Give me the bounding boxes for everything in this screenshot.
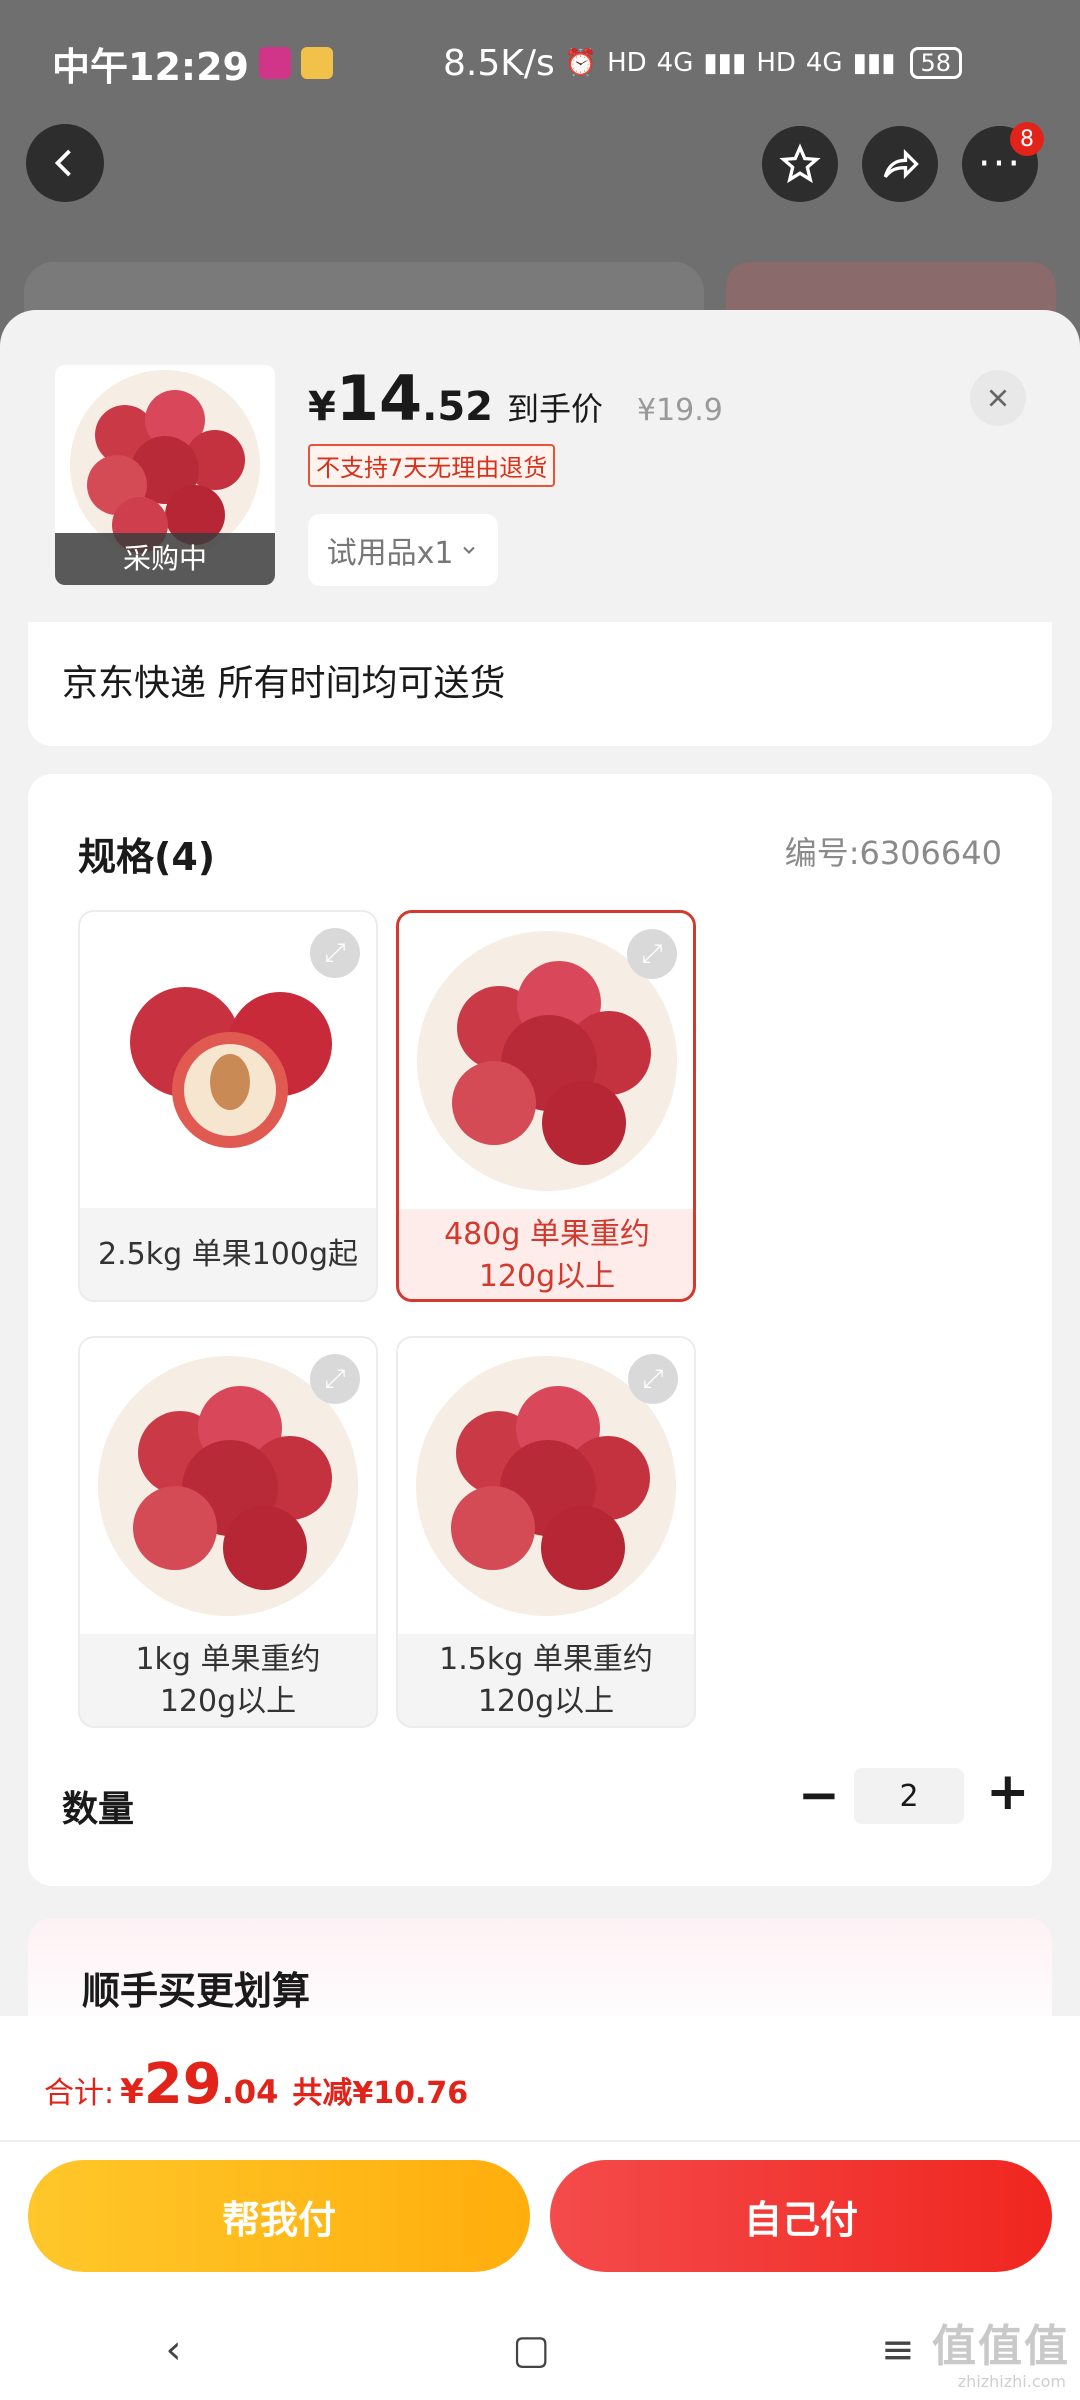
- price-tag: 到手价: [506, 390, 603, 428]
- purchasing-label: 采购中: [55, 533, 275, 585]
- total-label: 合计:: [44, 2076, 115, 2111]
- quantity-label: 数量: [62, 1789, 135, 1830]
- option-label: 2.5kg 单果100g起: [98, 1237, 358, 1272]
- total-decimal: .04: [221, 2073, 279, 2111]
- expand-icon[interactable]: ⤢: [310, 1354, 360, 1404]
- price-integer: 14: [335, 362, 423, 435]
- back-button[interactable]: [26, 124, 104, 202]
- app-notification-icon: [258, 47, 291, 79]
- spec-option-480g[interactable]: ⤢ 480g 单果重约120g以上: [396, 910, 696, 1302]
- option-label: 1.5kg 单果重约120g以上: [439, 1642, 653, 1719]
- checkout-bar: 合计: ¥ 29 .04 共减¥10.76 帮我付 自己付 ‹ ▢ ≡: [0, 2016, 1080, 2400]
- chevron-down-icon: [463, 546, 476, 554]
- signal-bars-icon-2: ▮▮▮: [852, 48, 896, 78]
- signal-bars-icon: ▮▮▮: [703, 48, 747, 78]
- quantity-minus-button[interactable]: −: [798, 1766, 840, 1824]
- option-label: 480g 单果重约120g以上: [444, 1217, 650, 1294]
- signal-label-2: 4G: [805, 48, 843, 78]
- trial-selector-label: 试用品x1: [326, 536, 454, 571]
- quantity-plus-button[interactable]: +: [986, 1762, 1030, 1822]
- quantity-input[interactable]: 2: [854, 1768, 964, 1824]
- total-price: 合计: ¥ 29 .04 共减¥10.76: [44, 2052, 468, 2117]
- star-icon: [779, 143, 821, 184]
- network-speed: 8.5K/s: [442, 42, 555, 84]
- nav-menu-icon[interactable]: ≡: [881, 2327, 915, 2373]
- status-time: 中午12:29: [52, 44, 249, 89]
- spec-card: 规格(4) 编号:6306640 ⤢ 2.5kg 单果100g起 ⤢ 480g …: [28, 774, 1052, 1886]
- no-return-badge: 不支持7天无理由退货: [308, 444, 556, 487]
- app-notification-icon-2: [300, 47, 333, 79]
- share-button[interactable]: [862, 126, 938, 202]
- original-price: ¥19.9: [637, 393, 723, 428]
- system-nav-bar: ‹ ▢ ≡: [0, 2300, 1080, 2400]
- spec-code: 编号:6306640: [784, 834, 1002, 872]
- divider: [0, 2140, 1080, 2142]
- help-pay-button[interactable]: 帮我付: [28, 2160, 530, 2272]
- price-row: ¥ 14 .52 到手价 ¥19.9: [308, 362, 723, 435]
- sku-bottom-sheet: 采购中 ¥ 14 .52 到手价 ¥19.9 不支持7天无理由退货 试用品x1 …: [0, 310, 1080, 2400]
- expand-icon[interactable]: ⤢: [627, 929, 677, 979]
- price-currency: ¥: [308, 384, 336, 430]
- total-savings: 共减¥10.76: [292, 2076, 469, 2111]
- chevron-left-icon: [54, 149, 71, 177]
- self-pay-button[interactable]: 自己付: [550, 2160, 1052, 2272]
- sheet-header: 采购中 ¥ 14 .52 到手价 ¥19.9 不支持7天无理由退货 试用品x1: [0, 310, 1080, 620]
- delivery-info[interactable]: 京东快递 所有时间均可送货: [28, 622, 1052, 746]
- nav-back-icon[interactable]: ‹: [165, 2327, 181, 2373]
- alarm-icon: ⏰: [564, 48, 598, 78]
- more-button[interactable]: ··· 8: [962, 122, 1044, 202]
- spec-option-1kg[interactable]: ⤢ 1kg 单果重约120g以上: [78, 1336, 378, 1728]
- nav-home-icon[interactable]: ▢: [512, 2327, 550, 2373]
- option-label: 1kg 单果重约120g以上: [135, 1642, 321, 1719]
- hd-label-2: HD: [756, 48, 796, 78]
- expand-icon[interactable]: ⤢: [628, 1354, 678, 1404]
- expand-icon[interactable]: ⤢: [310, 928, 360, 978]
- upsell-title: 顺手买更划算: [82, 1969, 311, 2013]
- price-decimal: .52: [422, 384, 493, 430]
- spec-title: 规格(4): [78, 835, 216, 879]
- more-badge: 8: [1010, 122, 1044, 156]
- watermark-url: zhizhizhi.com: [957, 2372, 1066, 2391]
- watermark-logo: 值值值: [932, 2321, 1070, 2372]
- spec-option-1-5kg[interactable]: ⤢ 1.5kg 单果重约120g以上: [396, 1336, 696, 1728]
- battery-icon: 58: [909, 47, 963, 79]
- trial-selector[interactable]: 试用品x1: [308, 514, 498, 586]
- close-button[interactable]: [970, 370, 1026, 426]
- status-bar: 中午12:29 8.5K/s ⏰ HD 4G ▮▮▮ HD 4G ▮▮▮ 58: [0, 0, 1080, 126]
- share-icon: [883, 149, 919, 179]
- product-thumbnail[interactable]: 采购中: [55, 365, 275, 585]
- total-currency: ¥: [120, 2072, 144, 2112]
- spec-option-2-5kg[interactable]: ⤢ 2.5kg 单果100g起: [78, 910, 378, 1302]
- signal-label-1: 4G: [656, 48, 694, 78]
- total-integer: 29: [143, 2052, 222, 2117]
- hd-label-1: HD: [607, 48, 647, 78]
- favorite-button[interactable]: [762, 126, 838, 202]
- close-icon: [989, 389, 1007, 407]
